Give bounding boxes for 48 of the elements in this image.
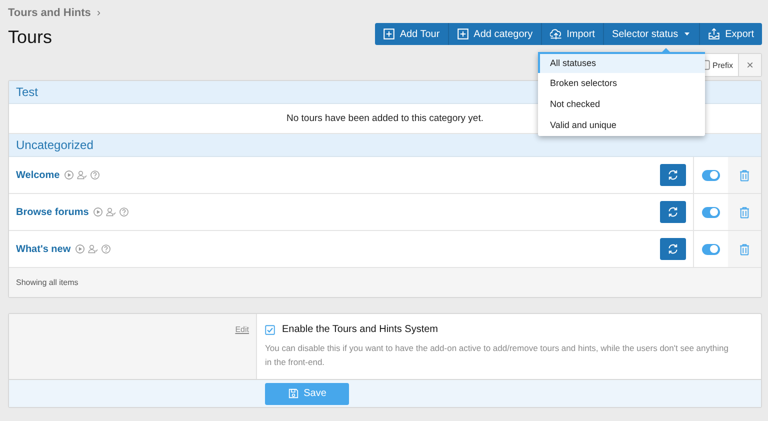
refresh-icon [667,206,679,218]
user-check-icon [106,207,116,217]
toolbar-button[interactable]: Add Tour [374,23,448,45]
breadcrumb-separator: › [96,7,101,19]
plus-square-icon [382,28,395,40]
user-check-icon [76,170,87,180]
save-button[interactable]: Save [265,382,349,404]
tray-upload-icon [708,28,720,40]
tour-link[interactable]: Welcome [16,170,60,180]
play-icon [74,244,85,254]
refresh-icon [667,243,679,255]
menu-item[interactable]: Valid and unique [538,115,705,136]
trash-icon[interactable] [738,168,751,182]
trash-icon[interactable] [738,206,751,218]
category-header: Uncategorized [9,134,761,157]
clear-button[interactable]: × [739,54,761,76]
checkbox-icon[interactable] [265,324,275,334]
breadcrumb-link[interactable]: Tours and Hints [8,7,91,19]
caret-icon [683,30,692,38]
edit-link[interactable]: Edit [235,325,249,334]
toggle-switch[interactable] [702,244,720,254]
option-label: Enable the Tours and Hints System [282,324,438,335]
trash-icon[interactable] [738,242,751,256]
tour-link[interactable]: Browse forums [16,206,89,218]
toggle-switch[interactable] [702,170,720,180]
help-icon [90,170,100,180]
refresh-button[interactable] [660,201,686,223]
refresh-button[interactable] [660,238,686,260]
help-icon [100,244,111,254]
page-title: Tours [8,26,52,48]
list-footer: Showing all items [9,268,761,297]
user-check-icon [88,244,98,254]
toolbar-button[interactable]: Export [699,23,762,45]
help-icon [118,207,129,217]
cloud-upload-icon [550,28,562,40]
play-icon [92,207,103,217]
toolbar-button[interactable]: Add category [448,23,541,45]
play-icon [64,170,74,180]
toolbar-button[interactable]: Import [540,23,603,45]
refresh-icon [667,169,679,181]
dropdown-button[interactable]: Selector status [602,23,700,45]
floppy-icon [288,388,299,399]
plus-square-icon [456,28,469,40]
option-hint: You can disable this if you want to have the add-on active to add/remove tours and hints, while the users don't see anything in the front-end. [265,342,730,369]
tour-link[interactable]: What's new [16,244,71,254]
menu-item[interactable]: All statuses [538,52,705,73]
toggle-switch[interactable] [702,206,720,218]
refresh-button[interactable] [660,164,686,186]
